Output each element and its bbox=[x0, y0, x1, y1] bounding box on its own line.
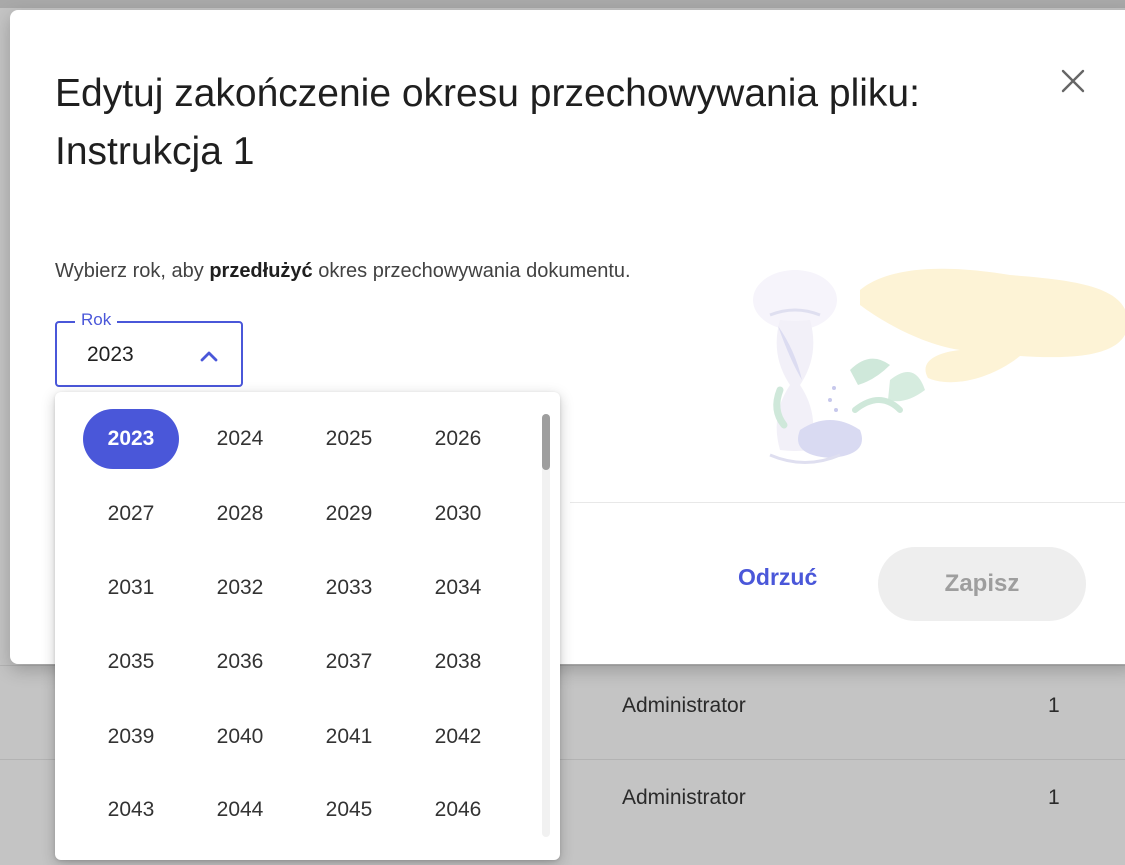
year-option-2046[interactable]: 2046 bbox=[410, 780, 506, 840]
backdrop bbox=[0, 0, 1125, 8]
year-option-2034[interactable]: 2034 bbox=[410, 558, 506, 618]
table-cell-count: 1 bbox=[1048, 694, 1060, 717]
year-option-2033[interactable]: 2033 bbox=[301, 558, 397, 618]
year-option-2023[interactable]: 2023 bbox=[83, 409, 179, 469]
chevron-up-icon bbox=[200, 351, 218, 362]
year-option-2041[interactable]: 2041 bbox=[301, 707, 397, 767]
table-cell-count: 1 bbox=[1048, 786, 1060, 809]
year-option-2026[interactable]: 2026 bbox=[410, 409, 506, 469]
close-icon bbox=[1061, 69, 1085, 93]
year-select[interactable]: Rok 2023 bbox=[55, 310, 243, 387]
footer-divider bbox=[570, 502, 1125, 503]
table-cell-user: Administrator bbox=[622, 694, 746, 717]
year-option-2035[interactable]: 2035 bbox=[83, 632, 179, 692]
dialog-description: Wybierz rok, aby przedłużyć okres przech… bbox=[55, 260, 631, 283]
table-cell-user: Administrator bbox=[622, 786, 746, 809]
close-button[interactable] bbox=[1050, 58, 1096, 104]
save-button[interactable]: Zapisz bbox=[878, 547, 1086, 621]
year-option-2038[interactable]: 2038 bbox=[410, 632, 506, 692]
scrollbar-track[interactable] bbox=[542, 414, 550, 837]
year-option-2030[interactable]: 2030 bbox=[410, 484, 506, 544]
year-option-2045[interactable]: 2045 bbox=[301, 780, 397, 840]
hourglass-hand-illustration bbox=[753, 268, 1125, 464]
year-option-2025[interactable]: 2025 bbox=[301, 409, 397, 469]
description-text: Wybierz rok, aby bbox=[55, 260, 210, 282]
year-option-2024[interactable]: 2024 bbox=[192, 409, 288, 469]
year-picker-dropdown: 2023 2024 2025 2026 2027 2028 2029 2030 2031 2032… bbox=[55, 392, 560, 860]
discard-button[interactable]: Odrzuć bbox=[730, 558, 825, 597]
scrollbar-thumb[interactable] bbox=[542, 414, 550, 470]
year-option-2040[interactable]: 2040 bbox=[192, 707, 288, 767]
year-option-2042[interactable]: 2042 bbox=[410, 707, 506, 767]
year-select-value: 2023 bbox=[87, 343, 134, 366]
year-option-2028[interactable]: 2028 bbox=[192, 484, 288, 544]
year-option-2039[interactable]: 2039 bbox=[83, 707, 179, 767]
dialog-title: Edytuj zakończenie okresu przechowywania… bbox=[55, 72, 920, 173]
year-option-2044[interactable]: 2044 bbox=[192, 780, 288, 840]
year-option-2027[interactable]: 2027 bbox=[83, 484, 179, 544]
description-text-end: okres przechowywania dokumentu. bbox=[312, 260, 631, 282]
description-emphasis: przedłużyć bbox=[209, 260, 313, 282]
year-option-2036[interactable]: 2036 bbox=[192, 632, 288, 692]
year-option-2037[interactable]: 2037 bbox=[301, 632, 397, 692]
year-option-2029[interactable]: 2029 bbox=[301, 484, 397, 544]
year-option-2032[interactable]: 2032 bbox=[192, 558, 288, 618]
year-option-2031[interactable]: 2031 bbox=[83, 558, 179, 618]
year-select-label: Rok bbox=[75, 310, 118, 330]
year-option-2043[interactable]: 2043 bbox=[83, 780, 179, 840]
